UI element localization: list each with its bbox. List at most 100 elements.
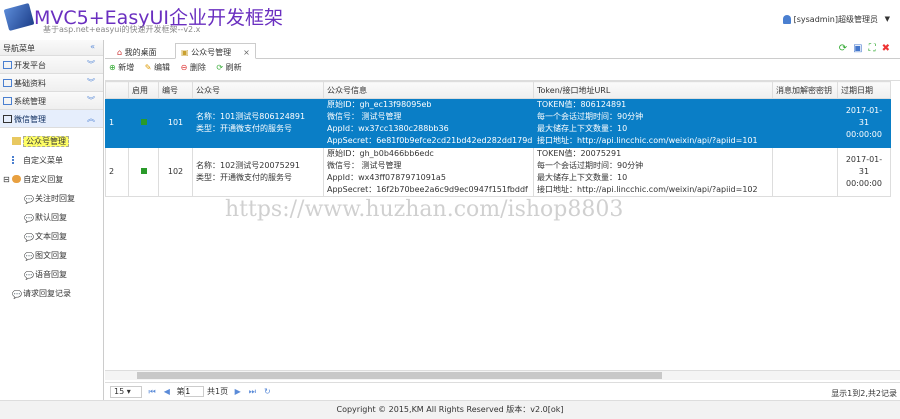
tree-item-account[interactable]: 公众号管理: [0, 132, 103, 151]
first-page-icon[interactable]: ⏮: [149, 387, 156, 396]
next-page-icon[interactable]: ▶: [235, 387, 241, 396]
id-cell: 101: [158, 98, 193, 148]
account-name: 名称：101测试号806124891: [196, 112, 306, 121]
tree-item-news-reply[interactable]: 💬图文回复: [0, 246, 103, 265]
accordion-system[interactable]: 系统管理 ︾: [0, 92, 103, 110]
user-menu[interactable]: [sysadmin]超级管理员: [782, 14, 878, 25]
page-input[interactable]: [184, 386, 205, 397]
key-cell: [772, 147, 838, 197]
page-total: 共1页: [207, 387, 229, 396]
restore-icon[interactable]: ▣: [853, 43, 868, 54]
refresh-button[interactable]: ⟳ 刷新: [216, 63, 241, 72]
tree-label: 语音回复: [35, 270, 67, 279]
column-id[interactable]: 编号: [158, 81, 193, 99]
chevron-down-icon: ︾: [87, 78, 95, 87]
expire-time: 00:00:00: [846, 130, 882, 139]
token-line: TOKEN值：806124891: [537, 100, 627, 109]
chevron-down-icon: ︾: [87, 96, 95, 105]
user-name: [sysadmin]超级管理员: [793, 15, 878, 24]
collapse-tree-icon[interactable]: ⊟: [3, 175, 10, 184]
column-expire[interactable]: 过期日期: [837, 81, 891, 99]
pager: 15 ▾ ⏮ ◀ 第 共1页 ▶ ⏭ ↻ 显示1到2,共2记录: [105, 382, 900, 400]
fullscreen-icon[interactable]: ⛶: [869, 43, 882, 54]
collapse-icon[interactable]: «: [90, 42, 95, 51]
tree-item-text-reply[interactable]: 💬文本回复: [0, 227, 103, 246]
caret-down-icon[interactable]: ▼: [885, 15, 890, 23]
close-icon[interactable]: ×: [243, 48, 250, 57]
tree-item-custom-menu[interactable]: 自定义菜单: [0, 151, 103, 170]
edit-button[interactable]: ✎ 编辑: [145, 63, 170, 72]
window-icon: [3, 61, 12, 69]
table-row[interactable]: 2 102 名称：102测试号20075291 类型：开通微支付的服务号 原始ID…: [105, 147, 891, 197]
column-token[interactable]: Token/接口地址URL: [533, 81, 773, 99]
accordion-wechat[interactable]: 微信管理 ︽: [0, 110, 103, 128]
info-line: AppId：wx43ff0787971091a5: [327, 173, 446, 182]
data-grid: 启用 编号 公众号 公众号信息 Token/接口地址URL 消息加解密密钥 过期…: [105, 80, 900, 370]
id-cell: 102: [158, 147, 193, 197]
logo-icon: [3, 3, 35, 31]
menu-list-icon: [12, 156, 21, 164]
accordion-dev-platform[interactable]: 开发平台 ︾: [0, 56, 103, 74]
add-button[interactable]: ⊕ 新增: [109, 63, 134, 72]
scrollbar-thumb[interactable]: [137, 372, 662, 379]
chevron-down-icon: ︾: [87, 60, 95, 69]
info-line: 原始ID：gh_b0b466bb6edc: [327, 149, 434, 158]
tab-tools: ⟳▣⛶✖: [839, 43, 896, 54]
chat-icon: 💬: [24, 252, 34, 261]
chat-icon: 💬: [24, 233, 34, 242]
key-cell: [772, 98, 838, 148]
tree-item-request-log[interactable]: 💬请求回复记录: [0, 284, 103, 303]
footer: Copyright © 2015,KM All Rights Reserved …: [0, 400, 900, 419]
tree-item-follow-reply[interactable]: 💬关注时回复: [0, 189, 103, 208]
last-page-icon[interactable]: ⏭: [249, 387, 256, 396]
penguin-icon: [3, 115, 12, 123]
page-size-select[interactable]: 15 ▾: [110, 386, 142, 398]
accordion-basic-data[interactable]: 基础资料 ︾: [0, 74, 103, 92]
token-cell: TOKEN值：20075291 每一个会话过期时间：90分钟 最大储存上下文数量：1…: [533, 147, 773, 197]
info-line: 原始ID：gh_ec13f98095eb: [327, 100, 432, 109]
tree-item-custom-reply[interactable]: ⊟ 自定义回复: [0, 170, 103, 189]
pager-info: 显示1到2,共2记录: [831, 389, 897, 398]
column-info[interactable]: 公众号信息: [323, 81, 534, 99]
tree-label: 请求回复记录: [23, 289, 71, 298]
close-all-icon[interactable]: ✖: [882, 43, 896, 54]
tree-label: 图文回复: [35, 251, 67, 260]
tab-label: 公众号管理: [191, 48, 232, 57]
token-line: 每一个会话过期时间：90分钟: [537, 112, 644, 121]
add-label: 新增: [118, 63, 135, 72]
column-account[interactable]: 公众号: [192, 81, 324, 99]
info-line: AppSecret：16f2b70bee2a6c9d9ec0947f151fbd…: [327, 185, 528, 194]
table-row[interactable]: 1 101 名称：101测试号806124891 类型：开通微支付的服务号 原始I…: [105, 98, 891, 148]
accordion-label: 系统管理: [14, 97, 46, 106]
expire-time: 00:00:00: [846, 179, 882, 188]
token-line: 接口地址：http://api.lincchic.com/weixin/api/…: [537, 185, 758, 194]
home-icon: ⌂: [117, 48, 123, 57]
column-key[interactable]: 消息加解密密钥: [772, 81, 838, 99]
toolbar: ⊕ 新增 ✎ 编辑 ⊖ 删除 ⟳ 刷新: [105, 59, 900, 77]
prev-page-icon[interactable]: ◀: [164, 387, 170, 396]
reload-icon[interactable]: ↻: [264, 387, 271, 396]
info-line: 微信号： 测试号管理: [327, 112, 402, 121]
rownum-header: [105, 81, 129, 99]
info-line: 微信号： 测试号管理: [327, 161, 402, 170]
tab-desktop[interactable]: ⌂ 我的桌面: [111, 43, 163, 59]
column-enabled[interactable]: 启用: [128, 81, 159, 99]
header: MVC5+EasyUI企业开发框架 基于asp.net+easyui的快速开发框…: [0, 0, 900, 40]
accordion-label: 基础资料: [14, 79, 46, 88]
horizontal-scrollbar[interactable]: [105, 370, 900, 380]
tree-label: 文本回复: [35, 232, 67, 241]
book-icon: [3, 79, 12, 87]
enabled-cell: [128, 98, 159, 148]
account-cell: 名称：102测试号20075291 类型：开通微支付的服务号: [192, 147, 324, 197]
tree-item-voice-reply[interactable]: 💬语音回复: [0, 265, 103, 284]
tree-item-default-reply[interactable]: 💬默认回复: [0, 208, 103, 227]
accordion-label: 微信管理: [14, 115, 46, 124]
info-line: AppSecret：6e81f0b9efce2cd21bd42ed282dd17…: [327, 136, 533, 145]
tab-account-management[interactable]: ▣ 公众号管理 ×: [175, 43, 256, 59]
delete-button[interactable]: ⊖ 删除: [181, 63, 206, 72]
refresh-icon[interactable]: ⟳: [839, 43, 853, 54]
refresh-label: 刷新: [225, 63, 242, 72]
delete-icon: ⊖: [180, 63, 188, 72]
sidebar: 导航菜单 « 开发平台 ︾ 基础资料 ︾ 系统管理 ︾ 微信管理 ︽ 公众号管理 自定义菜…: [0, 40, 104, 400]
chat-icon: 💬: [24, 195, 34, 204]
